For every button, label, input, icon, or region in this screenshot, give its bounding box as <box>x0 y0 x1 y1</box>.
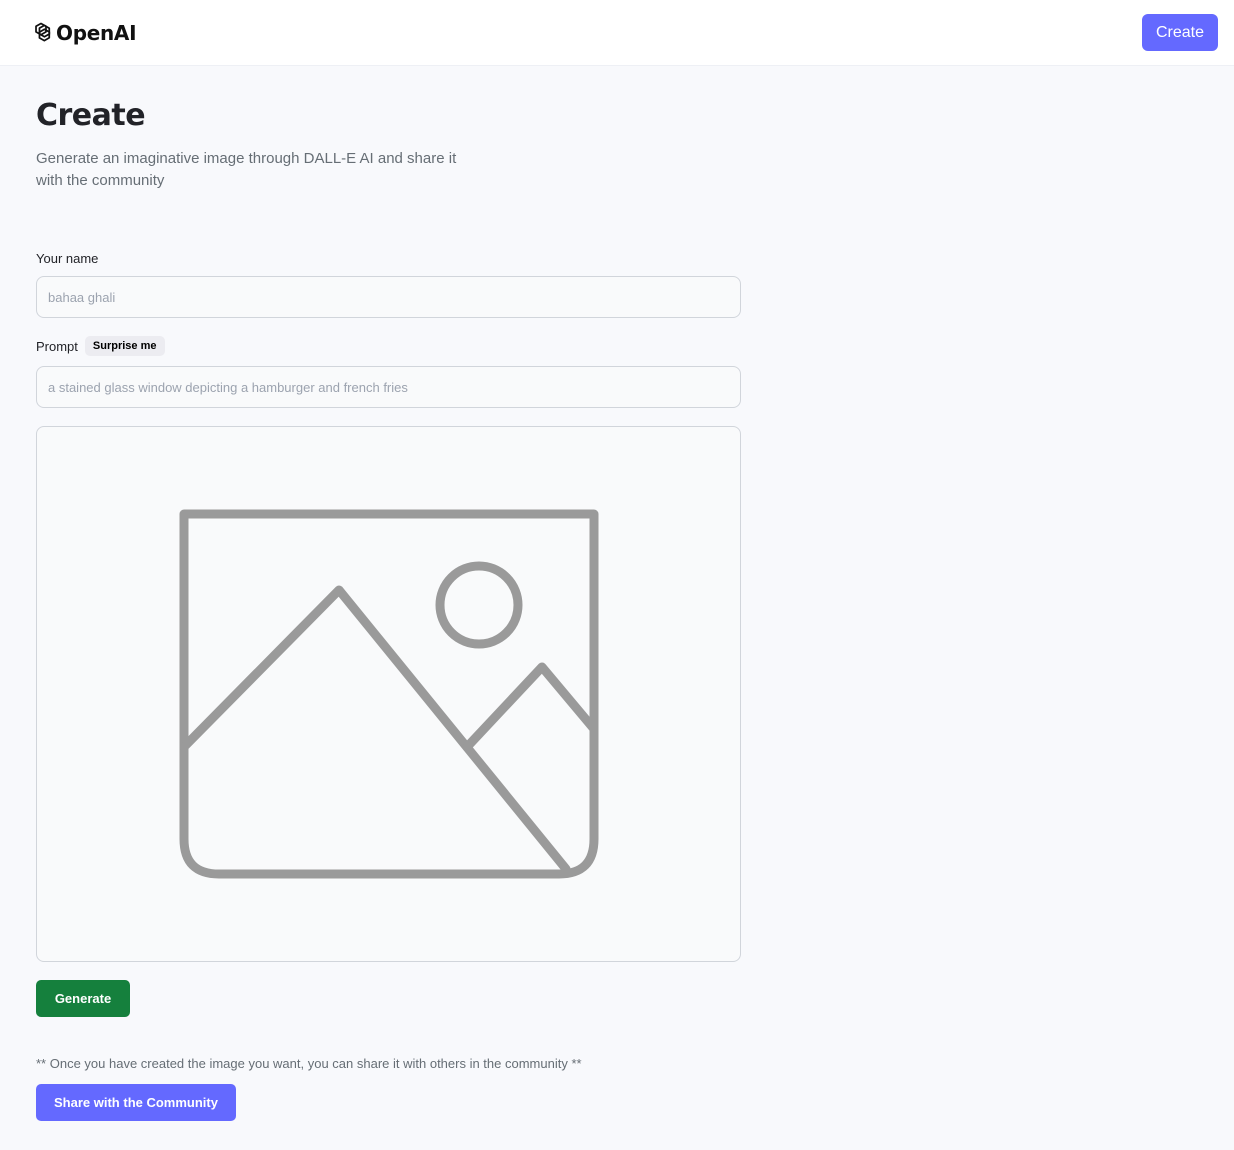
logo[interactable]: OpenAI <box>28 20 137 46</box>
page-title: Create <box>36 98 146 133</box>
name-input[interactable] <box>36 276 741 318</box>
header-create-button[interactable]: Create <box>1142 14 1218 51</box>
prompt-label-row: Prompt Surprise me <box>36 336 165 356</box>
share-with-community-button[interactable]: Share with the Community <box>36 1084 236 1121</box>
prompt-input[interactable] <box>36 366 741 408</box>
page-description: Generate an imaginative image through DA… <box>36 150 457 189</box>
image-preview <box>36 426 741 962</box>
surprise-me-button[interactable]: Surprise me <box>84 336 165 356</box>
top-navbar: OpenAI Create <box>0 0 1234 66</box>
prompt-label: Prompt <box>36 338 78 354</box>
openai-logo-icon <box>35 22 51 42</box>
name-label: Your name <box>36 251 99 266</box>
logo-text: OpenAI <box>56 20 137 45</box>
share-note: ** Once you have created the image you w… <box>36 1056 582 1071</box>
generate-button[interactable]: Generate <box>36 980 130 1017</box>
image-placeholder-icon <box>179 509 599 879</box>
